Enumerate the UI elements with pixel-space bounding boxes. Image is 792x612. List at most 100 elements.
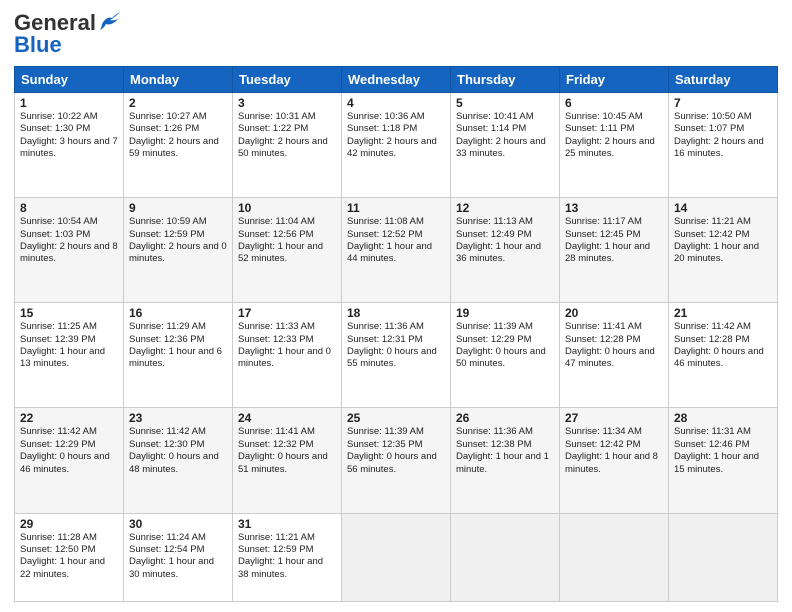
calendar-cell: 20Sunrise: 11:41 AMSunset: 12:28 PMDayli… [560,303,669,408]
day-info-line: Sunrise: 11:21 AM [674,216,772,228]
day-info-line: Daylight: 2 hours and 33 minutes. [456,136,554,161]
day-info-line: Daylight: 0 hours and 56 minutes. [347,451,445,476]
day-number: 23 [129,411,227,425]
day-number: 27 [565,411,663,425]
calendar-cell: 25Sunrise: 11:39 AMSunset: 12:35 PMDayli… [342,408,451,513]
day-number: 21 [674,306,772,320]
day-info-line: Sunrise: 11:29 AM [129,321,227,333]
calendar-cell: 2Sunrise: 10:27 AMSunset: 1:26 PMDayligh… [124,93,233,198]
day-number: 20 [565,306,663,320]
day-info-line: Daylight: 2 hours and 59 minutes. [129,136,227,161]
day-info-line: Sunset: 12:36 PM [129,334,227,346]
calendar-cell: 29Sunrise: 11:28 AMSunset: 12:50 PMDayli… [15,513,124,601]
calendar-cell: 13Sunrise: 11:17 AMSunset: 12:45 PMDayli… [560,198,669,303]
day-info-line: Daylight: 3 hours and 7 minutes. [20,136,118,161]
day-number: 28 [674,411,772,425]
day-info-line: Sunset: 12:35 PM [347,439,445,451]
calendar-cell [451,513,560,601]
day-info-line: Sunset: 12:28 PM [565,334,663,346]
calendar-cell: 26Sunrise: 11:36 AMSunset: 12:38 PMDayli… [451,408,560,513]
page: General Blue Sunday Monday Tuesday Wedne… [0,0,792,612]
calendar-cell: 23Sunrise: 11:42 AMSunset: 12:30 PMDayli… [124,408,233,513]
day-info-line: Sunrise: 10:59 AM [129,216,227,228]
col-monday: Monday [124,67,233,93]
day-info-line: Sunrise: 10:41 AM [456,111,554,123]
day-info-line: Daylight: 0 hours and 47 minutes. [565,346,663,371]
day-info-line: Daylight: 1 hour and 13 minutes. [20,346,118,371]
day-info-line: Daylight: 1 hour and 52 minutes. [238,241,336,266]
logo-bird-icon [98,12,120,30]
day-number: 13 [565,201,663,215]
col-saturday: Saturday [669,67,778,93]
day-info-line: Sunset: 12:38 PM [456,439,554,451]
day-number: 16 [129,306,227,320]
day-number: 31 [238,517,336,531]
day-info-line: Daylight: 1 hour and 8 minutes. [565,451,663,476]
day-info-line: Sunset: 12:42 PM [674,229,772,241]
day-number: 19 [456,306,554,320]
day-info-line: Sunset: 12:29 PM [20,439,118,451]
day-info-line: Sunset: 12:39 PM [20,334,118,346]
calendar-cell: 11Sunrise: 11:08 AMSunset: 12:52 PMDayli… [342,198,451,303]
day-number: 12 [456,201,554,215]
day-info-line: Sunset: 1:11 PM [565,123,663,135]
calendar-cell: 10Sunrise: 11:04 AMSunset: 12:56 PMDayli… [233,198,342,303]
calendar-cell: 15Sunrise: 11:25 AMSunset: 12:39 PMDayli… [15,303,124,408]
day-number: 1 [20,96,118,110]
day-info-line: Daylight: 1 hour and 15 minutes. [674,451,772,476]
calendar-cell: 17Sunrise: 11:33 AMSunset: 12:33 PMDayli… [233,303,342,408]
day-info-line: Sunrise: 11:04 AM [238,216,336,228]
day-info-line: Sunrise: 11:41 AM [565,321,663,333]
day-number: 14 [674,201,772,215]
calendar-cell: 27Sunrise: 11:34 AMSunset: 12:42 PMDayli… [560,408,669,513]
calendar-cell: 7Sunrise: 10:50 AMSunset: 1:07 PMDayligh… [669,93,778,198]
day-info-line: Daylight: 0 hours and 48 minutes. [129,451,227,476]
calendar-cell: 14Sunrise: 11:21 AMSunset: 12:42 PMDayli… [669,198,778,303]
calendar-cell: 28Sunrise: 11:31 AMSunset: 12:46 PMDayli… [669,408,778,513]
day-info-line: Daylight: 1 hour and 0 minutes. [238,346,336,371]
day-info-line: Sunrise: 11:24 AM [129,532,227,544]
day-info-line: Sunrise: 11:28 AM [20,532,118,544]
day-info-line: Sunset: 12:50 PM [20,544,118,556]
day-info-line: Daylight: 1 hour and 22 minutes. [20,556,118,581]
calendar-cell: 16Sunrise: 11:29 AMSunset: 12:36 PMDayli… [124,303,233,408]
logo: General Blue [14,10,120,58]
calendar-week-row: 29Sunrise: 11:28 AMSunset: 12:50 PMDayli… [15,513,778,601]
calendar-cell: 19Sunrise: 11:39 AMSunset: 12:29 PMDayli… [451,303,560,408]
day-info-line: Sunrise: 10:31 AM [238,111,336,123]
day-info-line: Sunrise: 11:36 AM [347,321,445,333]
day-number: 10 [238,201,336,215]
day-info-line: Daylight: 2 hours and 8 minutes. [20,241,118,266]
day-number: 29 [20,517,118,531]
day-info-line: Sunset: 12:46 PM [674,439,772,451]
day-info-line: Sunrise: 11:08 AM [347,216,445,228]
calendar-header-row: Sunday Monday Tuesday Wednesday Thursday… [15,67,778,93]
day-info-line: Sunset: 1:07 PM [674,123,772,135]
calendar-week-row: 15Sunrise: 11:25 AMSunset: 12:39 PMDayli… [15,303,778,408]
day-info-line: Sunrise: 10:54 AM [20,216,118,228]
day-info-line: Sunrise: 11:41 AM [238,426,336,438]
day-number: 4 [347,96,445,110]
day-number: 22 [20,411,118,425]
calendar-cell: 21Sunrise: 11:42 AMSunset: 12:28 PMDayli… [669,303,778,408]
logo-blue: Blue [14,32,62,58]
day-info-line: Daylight: 1 hour and 6 minutes. [129,346,227,371]
day-info-line: Sunset: 12:52 PM [347,229,445,241]
day-info-line: Sunrise: 11:13 AM [456,216,554,228]
day-info-line: Sunrise: 11:21 AM [238,532,336,544]
day-info-line: Sunset: 12:59 PM [238,544,336,556]
day-number: 3 [238,96,336,110]
calendar-cell: 22Sunrise: 11:42 AMSunset: 12:29 PMDayli… [15,408,124,513]
day-info-line: Daylight: 2 hours and 42 minutes. [347,136,445,161]
day-info-line: Daylight: 1 hour and 36 minutes. [456,241,554,266]
col-sunday: Sunday [15,67,124,93]
day-info-line: Sunrise: 11:31 AM [674,426,772,438]
day-number: 8 [20,201,118,215]
calendar-cell [342,513,451,601]
day-info-line: Daylight: 0 hours and 50 minutes. [456,346,554,371]
day-info-line: Sunset: 12:59 PM [129,229,227,241]
day-info-line: Daylight: 0 hours and 46 minutes. [20,451,118,476]
day-number: 6 [565,96,663,110]
day-info-line: Sunrise: 10:45 AM [565,111,663,123]
day-info-line: Sunrise: 11:42 AM [674,321,772,333]
